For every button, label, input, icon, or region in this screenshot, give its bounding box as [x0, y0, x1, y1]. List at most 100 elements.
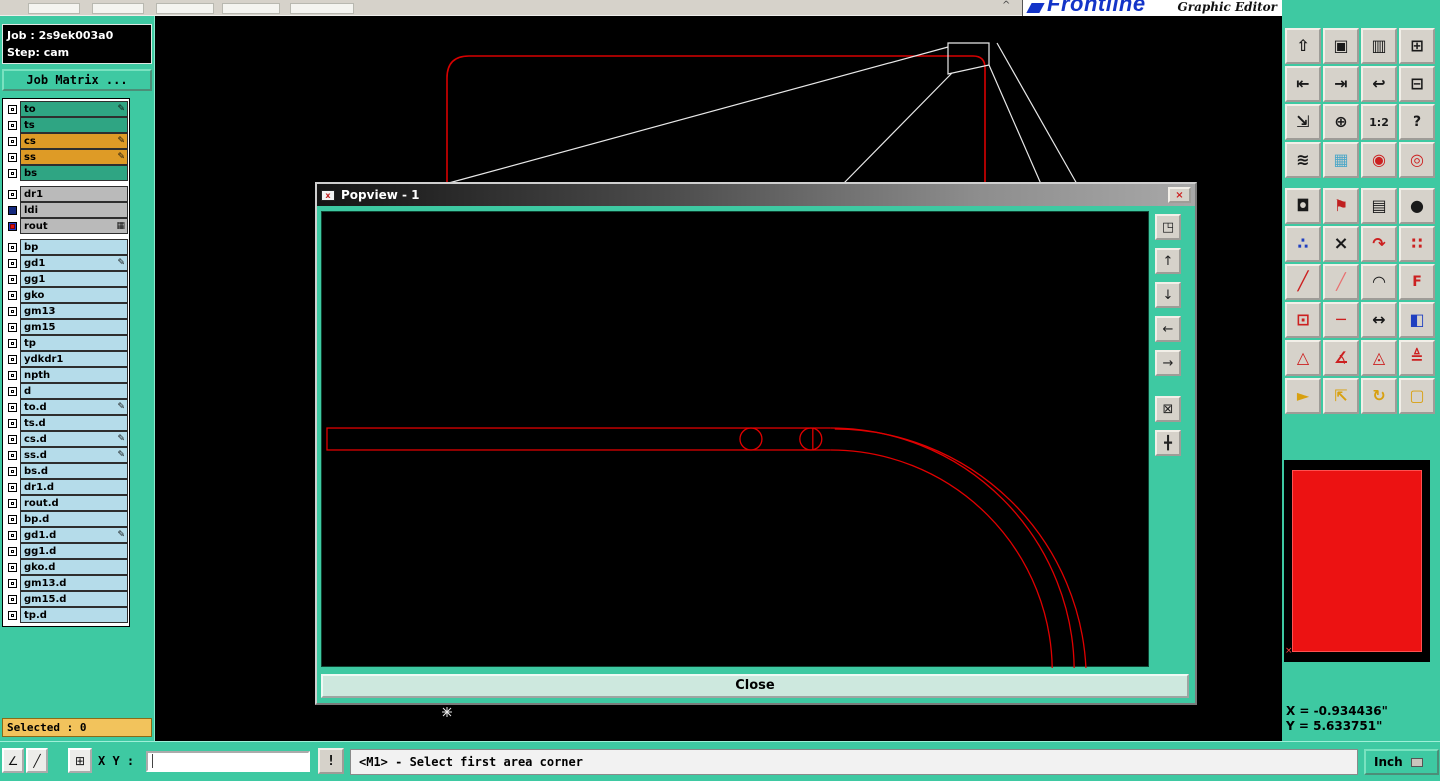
surface-button[interactable]: ◧	[1399, 302, 1435, 338]
measure-button[interactable]: ▤	[1361, 188, 1397, 224]
angle-button[interactable]: ∡	[1323, 340, 1359, 376]
layer-name-cell[interactable]: ldi	[20, 202, 128, 218]
layer-row[interactable]: gd1.d ✎	[4, 527, 128, 543]
layer-checkbox[interactable]	[4, 303, 20, 319]
collapse-button[interactable]: ⊟	[1399, 66, 1435, 102]
arc-button[interactable]: ◠	[1361, 264, 1397, 300]
popup-fit-view-button[interactable]: ⊠	[1155, 396, 1181, 422]
layer-row[interactable]: ldi	[4, 202, 128, 218]
layer-row[interactable]: gm15.d	[4, 591, 128, 607]
layer-row[interactable]: dr1.d	[4, 479, 128, 495]
layer-checkbox[interactable]	[4, 607, 20, 623]
origin-button[interactable]: ◘	[1285, 188, 1321, 224]
popup-scroll-right-button[interactable]: →	[1155, 350, 1181, 376]
layer-row[interactable]: gm13.d	[4, 575, 128, 591]
layer-row[interactable]: to.d ✎	[4, 399, 128, 415]
layer-checkbox[interactable]	[4, 463, 20, 479]
layer-row[interactable]: bs.d	[4, 463, 128, 479]
ruler-button[interactable]: ▥	[1361, 28, 1397, 64]
layer-name-cell[interactable]: d	[20, 383, 128, 399]
popup-scroll-down-button[interactable]: ↓	[1155, 282, 1181, 308]
popview-close-x-button[interactable]: ×	[1168, 187, 1191, 203]
layer-name-cell[interactable]: gko.d	[20, 559, 128, 575]
popview-close-button[interactable]: Close	[321, 674, 1189, 698]
previous-view-button[interactable]: ↩	[1361, 66, 1397, 102]
thin-line-button[interactable]: ╱	[1323, 264, 1359, 300]
layer-name-cell[interactable]: gko	[20, 287, 128, 303]
layer-name-cell[interactable]: bp.d	[20, 511, 128, 527]
overview-panel[interactable]: ×	[1284, 460, 1430, 662]
layer-checkbox[interactable]	[4, 101, 20, 117]
layer-checkbox[interactable]	[4, 415, 20, 431]
layer-name-cell[interactable]: ts	[20, 117, 128, 133]
grid-toggle-button[interactable]: ▦	[1323, 142, 1359, 178]
layer-row[interactable]: ss ✎	[4, 149, 128, 165]
points-button[interactable]: ∷	[1399, 226, 1435, 262]
layer-checkbox[interactable]	[4, 133, 20, 149]
layer-name-cell[interactable]: rout.d	[20, 495, 128, 511]
snap-angle-button[interactable]: ∠	[2, 748, 24, 773]
layer-row[interactable]: gm13	[4, 303, 128, 319]
layer-checkbox[interactable]	[4, 383, 20, 399]
layer-row[interactable]: tp	[4, 335, 128, 351]
layer-name-cell[interactable]: rout ▦	[20, 218, 128, 234]
layer-row[interactable]: gko	[4, 287, 128, 303]
layer-name-cell[interactable]: ss.d ✎	[20, 447, 128, 463]
layer-checkbox[interactable]	[4, 511, 20, 527]
snap-line-button[interactable]: ╱	[26, 748, 48, 773]
layer-checkbox[interactable]	[4, 495, 20, 511]
layer-name-cell[interactable]: gg1.d	[20, 543, 128, 559]
select-corner-button[interactable]: ⇱	[1323, 378, 1359, 414]
layer-row[interactable]: ts.d	[4, 415, 128, 431]
menu-fragment[interactable]	[92, 3, 144, 14]
center-view-button[interactable]: ⊕	[1323, 104, 1359, 140]
popup-scroll-up-button[interactable]: ↑	[1155, 248, 1181, 274]
layer-checkbox[interactable]	[4, 351, 20, 367]
xy-input[interactable]	[146, 751, 310, 772]
layer-swap-button[interactable]: ◎	[1399, 142, 1435, 178]
layer-name-cell[interactable]: tp.d	[20, 607, 128, 623]
rotate-button[interactable]: ↷	[1361, 226, 1397, 262]
layer-row[interactable]: bs	[4, 165, 128, 181]
layer-checkbox[interactable]	[4, 479, 20, 495]
layer-name-cell[interactable]: cs.d ✎	[20, 431, 128, 447]
layer-row[interactable]: cs ✎	[4, 133, 128, 149]
layer-checkbox[interactable]	[4, 218, 20, 234]
layer-name-cell[interactable]: dr1.d	[20, 479, 128, 495]
popview-canvas[interactable]	[321, 211, 1149, 674]
popup-scroll-left-button[interactable]: ←	[1155, 316, 1181, 342]
layer-name-cell[interactable]: bs	[20, 165, 128, 181]
layer-checkbox[interactable]	[4, 559, 20, 575]
dash-button[interactable]: ─	[1323, 302, 1359, 338]
width-button[interactable]: ↔	[1361, 302, 1397, 338]
layer-order-button[interactable]: ◉	[1361, 142, 1397, 178]
layer-row[interactable]: ydkdr1	[4, 351, 128, 367]
layer-name-cell[interactable]: tp	[20, 335, 128, 351]
redraw-button[interactable]: ≋	[1285, 142, 1321, 178]
layer-checkbox[interactable]	[4, 431, 20, 447]
layer-checkbox[interactable]	[4, 447, 20, 463]
layer-row[interactable]: cs.d ✎	[4, 431, 128, 447]
layer-checkbox[interactable]	[4, 117, 20, 133]
pad-button[interactable]: ⊡	[1285, 302, 1321, 338]
triangle-button[interactable]: △	[1285, 340, 1321, 376]
menu-fragment[interactable]	[156, 3, 214, 14]
menu-fragment[interactable]	[222, 3, 280, 14]
layer-name-cell[interactable]: ydkdr1	[20, 351, 128, 367]
active-layer-button[interactable]: ⚑	[1323, 188, 1359, 224]
layer-row[interactable]: bp	[4, 239, 128, 255]
coord-grid-button[interactable]: ⊞	[68, 748, 92, 773]
units-button[interactable]: Inch	[1364, 749, 1439, 775]
layer-name-cell[interactable]: ss ✎	[20, 149, 128, 165]
layer-row[interactable]: bp.d	[4, 511, 128, 527]
layer-row[interactable]: d	[4, 383, 128, 399]
layer-name-cell[interactable]: gm13.d	[20, 575, 128, 591]
copy-screen-button[interactable]: ⇧	[1285, 28, 1321, 64]
layer-checkbox[interactable]	[4, 591, 20, 607]
layer-name-cell[interactable]: gm15.d	[20, 591, 128, 607]
zoom-ratio-button[interactable]: 1:2	[1361, 104, 1397, 140]
delta-button[interactable]: ≜	[1399, 340, 1435, 376]
layer-name-cell[interactable]: npth	[20, 367, 128, 383]
layer-row[interactable]: dr1	[4, 186, 128, 202]
layer-name-cell[interactable]: gd1.d ✎	[20, 527, 128, 543]
